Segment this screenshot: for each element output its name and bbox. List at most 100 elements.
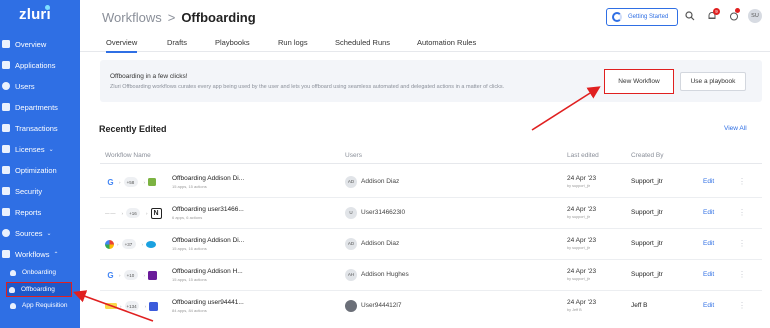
last-edited-date: 24 Apr '23 [567, 237, 597, 244]
sidebar-item-label: Departments [15, 102, 58, 112]
view-all-link[interactable]: View All [724, 125, 747, 132]
last-edited-date: 24 Apr '23 [567, 206, 597, 213]
getting-started-label: Getting Started [628, 14, 669, 20]
transactions-icon [2, 124, 10, 132]
sidebar-item-security[interactable]: Security [0, 182, 80, 200]
avatar[interactable]: SU [748, 9, 762, 23]
more-options-icon[interactable]: ⋮ [738, 208, 746, 217]
table-header: Workflow Name Users Last edited Created … [100, 148, 762, 164]
created-by: Support_jtr [631, 271, 663, 278]
sidebar-item-transactions[interactable]: Transactions [0, 119, 80, 137]
workflow-name[interactable]: Offboarding Addison Di... [172, 175, 244, 182]
sidebar-item-overview[interactable]: Overview [0, 35, 80, 53]
tab-bar: Overview Drafts Playbooks Run logs Sched… [80, 34, 770, 53]
getting-started-button[interactable]: Getting Started [606, 8, 678, 26]
banner-title: Offboarding in a few clicks! [110, 73, 188, 80]
col-users: Users [345, 152, 362, 159]
last-edited-by: by support_jtr [567, 246, 591, 250]
sidebar-item-sources[interactable]: Sources ⌄ [0, 224, 80, 242]
app-icons: —·— › +16 › N [105, 207, 162, 219]
new-workflow-button[interactable]: New Workflow [604, 69, 674, 94]
table-row[interactable]: › +37 › Offboarding Addison Di... 15 app… [100, 229, 762, 260]
edit-link[interactable]: Edit [703, 271, 714, 278]
tab-automation-rules[interactable]: Automation Rules [417, 38, 476, 47]
arrow-right-icon: › [119, 179, 121, 185]
logo-dot-icon [45, 5, 50, 10]
tab-playbooks[interactable]: Playbooks [215, 38, 250, 47]
sidebar-item-optimization[interactable]: Optimization [0, 161, 80, 179]
user-name: Addison Diaz [361, 240, 400, 247]
last-edited-by: by support_jtr [567, 215, 591, 219]
users-icon [2, 82, 10, 90]
workflow-meta: 84 apps, 84 actions [172, 308, 207, 313]
sidebar-item-workflows[interactable]: Workflows ⌃ [0, 245, 80, 263]
breadcrumb: Workflows > Offboarding [102, 10, 256, 25]
sidebar-item-label: Overview [15, 39, 47, 49]
sidebar-item-users[interactable]: Users [0, 77, 80, 95]
last-edited-date: 24 Apr '23 [567, 268, 597, 275]
tab-drafts[interactable]: Drafts [167, 38, 187, 47]
offboarding-banner: Offboarding in a few clicks! Zluri Offbo… [100, 60, 762, 102]
search-icon[interactable] [685, 11, 695, 21]
user-name: User3146623l0 [361, 209, 406, 216]
tab-run-logs[interactable]: Run logs [278, 38, 308, 47]
workflows-icon [2, 250, 10, 258]
user-icon [10, 269, 16, 276]
edit-link[interactable]: Edit [703, 209, 714, 216]
table-row[interactable]: G › +10 › Offboarding Addison H... 15 ap… [100, 260, 762, 291]
user-icon [10, 302, 16, 309]
workflow-name[interactable]: Offboarding Addison H... [172, 268, 243, 275]
google-logo-icon: G [107, 177, 114, 187]
sidebar-subitem-offboarding[interactable]: Offboarding [6, 282, 72, 297]
google-logo-icon: G [107, 270, 114, 280]
table-row[interactable]: —·— › +16 › N Offboarding user31466... 6… [100, 198, 762, 229]
more-options-icon[interactable]: ⋮ [738, 301, 746, 310]
user-avatar: U [345, 207, 357, 219]
sidebar-subitem-onboarding[interactable]: Onboarding [8, 265, 74, 280]
workflow-name[interactable]: Offboarding user31466... [172, 206, 244, 213]
arrow-right-icon: › [120, 303, 122, 309]
app-count: +134 [124, 301, 139, 311]
sidebar-item-applications[interactable]: Applications [0, 56, 80, 74]
header: Workflows > Offboarding Getting Started 9 … [80, 0, 770, 34]
workflow-name[interactable]: Offboarding user94441... [172, 299, 244, 306]
reports-icon [2, 208, 10, 216]
tab-scheduled-runs[interactable]: Scheduled Runs [335, 38, 390, 47]
arrow-right-icon: › [121, 210, 124, 216]
sidebar-subitem-app-requisition[interactable]: App Requisition [8, 298, 74, 313]
created-by: Support_jtr [631, 209, 663, 216]
created-by: Support_jtr [631, 240, 663, 247]
app-icons: › +134 › [105, 300, 159, 312]
table-row[interactable]: › +134 › Offboarding user94441... 84 app… [100, 291, 762, 322]
more-options-icon[interactable]: ⋮ [738, 239, 746, 248]
more-options-icon[interactable]: ⋮ [738, 270, 746, 279]
table-row[interactable]: G › +58 › Offboarding Addison Di... 15 a… [100, 167, 762, 198]
sidebar-item-departments[interactable]: Departments [0, 98, 80, 116]
chrome-logo-icon [105, 239, 114, 249]
sidebar-item-label: Optimization [15, 165, 57, 175]
app-count: +16 [126, 208, 140, 218]
chevron-down-icon: ⌄ [46, 230, 52, 237]
sidebar-item-licenses[interactable]: Licenses ⌄ [0, 140, 80, 158]
last-edited-by: by Jeff B [567, 308, 582, 312]
tab-overview[interactable]: Overview [106, 38, 138, 53]
banner-description: Zluri Offboarding workflows curates ever… [110, 84, 505, 90]
section-title: Recently Edited [99, 124, 167, 134]
edit-link[interactable]: Edit [703, 302, 714, 309]
user-avatar: AD [345, 176, 357, 188]
edit-link[interactable]: Edit [703, 240, 714, 247]
salesforce-logo-icon [146, 240, 156, 248]
workflow-name[interactable]: Offboarding Addison Di... [172, 237, 244, 244]
col-last-edited: Last edited [567, 152, 599, 159]
page-title: Offboarding [181, 10, 256, 25]
breadcrumb-parent[interactable]: Workflows [102, 10, 162, 25]
workflow-meta: 15 apps, 15 actions [172, 277, 207, 282]
more-options-icon[interactable]: ⋮ [738, 177, 746, 186]
edit-link[interactable]: Edit [703, 178, 714, 185]
arrow-right-icon: › [117, 241, 119, 247]
col-workflow-name: Workflow Name [105, 152, 151, 159]
user-avatar: AH [345, 269, 357, 281]
sidebar-item-reports[interactable]: Reports [0, 203, 80, 221]
user-name: User944412l7 [361, 302, 402, 309]
use-playbook-button[interactable]: Use a playbook [680, 72, 746, 91]
